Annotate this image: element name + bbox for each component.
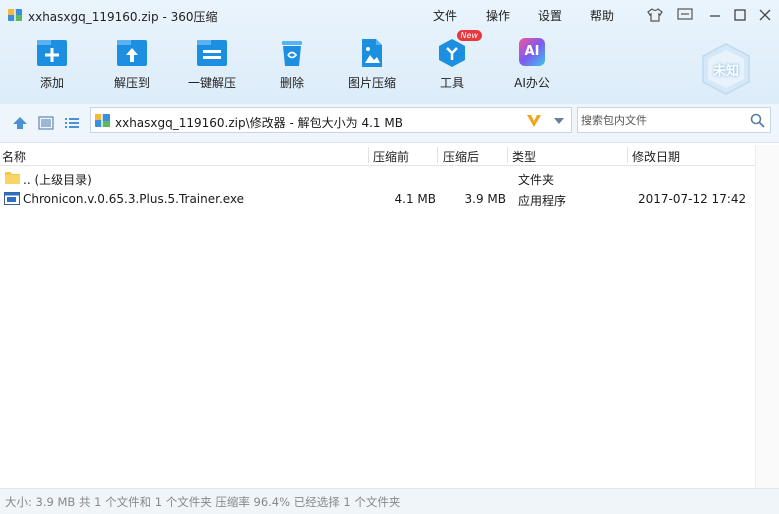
maximize-icon [734,9,746,21]
shirt-icon [647,8,663,22]
zip-archive-icon [95,114,110,127]
new-badge: New [456,30,482,41]
vertical-scrollbar[interactable] [755,145,779,488]
search-box [577,107,771,133]
file-type: 文件夹 [518,173,555,187]
message-icon [677,8,693,20]
toolbar-image-compress-label: 图片压缩 [347,76,396,90]
file-type: 应用程序 [518,194,567,208]
maximize-button[interactable] [731,6,749,24]
top-panel: xxhasxgq_119160.zip - 360压缩 文件 操作 设置 帮助 … [0,0,779,104]
app-logo-icon [8,9,22,21]
status-bar: 大小: 3.9 MB 共 1 个文件和 1 个文件夹 压缩率 96.4% 已经选… [0,488,779,514]
column-divider[interactable] [507,147,508,163]
toolbar-tools-button[interactable]: New 工具 [418,30,486,91]
exe-file-icon [4,192,20,205]
extract-to-icon [117,40,147,66]
check-v-icon[interactable] [526,113,542,128]
avatar-label: 未知 [712,64,739,79]
ai-office-icon: AI [516,38,548,68]
ai-icon-text: AI [524,44,540,59]
column-header-name[interactable]: 名称 [2,148,26,165]
menu-settings[interactable]: 设置 [538,7,562,24]
file-row-parent-directory[interactable]: .. (上级目录) 文件夹 [0,168,755,188]
column-header-compressed-before[interactable]: 压缩前 [373,148,409,165]
title-bar: xxhasxgq_119160.zip - 360压缩 文件 操作 设置 帮助 [0,0,779,30]
close-button[interactable] [756,6,774,24]
column-divider[interactable] [627,147,628,163]
search-input[interactable] [581,112,741,128]
toolbar-delete-label: 删除 [279,76,304,90]
thumbnail-view-icon[interactable] [38,116,54,130]
file-modified-date: 2017-07-12 17:42 [638,192,747,206]
column-header-type[interactable]: 类型 [512,148,536,165]
file-size-after: 3.9 MB [464,192,506,206]
toolbar-ai-office-button[interactable]: AI AI办公 [498,38,566,91]
file-size-before: 4.1 MB [394,192,436,206]
toolbar-one-click-extract-label: 一键解压 [187,76,236,90]
toolbar-extract-to-label: 解压到 [113,76,150,90]
file-list-header: 名称 压缩前 压缩后 类型 修改日期 [0,145,779,166]
toolbar-extract-to-button[interactable]: 解压到 [98,38,166,91]
list-view-icon[interactable] [64,116,80,130]
file-row-trainer-exe[interactable]: Chronicon.v.0.65.3.Plus.5.Trainer.exe 4.… [0,189,755,209]
file-name: .. (上级目录) [23,173,92,187]
unknown-avatar-button[interactable]: 未知 [699,42,753,96]
minimize-button[interactable] [706,6,724,24]
tools-icon [439,39,465,67]
close-icon [759,9,771,21]
minimize-icon [710,15,720,17]
column-header-compressed-after[interactable]: 压缩后 [443,148,479,165]
toolbar-add-button[interactable]: 添加 [18,38,86,91]
column-divider[interactable] [437,147,438,163]
column-divider[interactable] [368,147,369,163]
skin-button[interactable] [646,6,664,24]
toolbar-one-click-extract-button[interactable]: 一键解压 [178,38,246,91]
toolbar-image-compress-button[interactable]: 图片压缩 [338,38,406,91]
add-archive-icon [37,40,67,66]
delete-icon [282,41,302,66]
file-name: Chronicon.v.0.65.3.Plus.5.Trainer.exe [23,192,245,206]
toolbar-tools-label: 工具 [439,76,464,90]
toolbar-add-label: 添加 [39,76,64,90]
up-arrow-icon[interactable] [12,116,28,130]
chevron-down-icon[interactable] [553,117,565,125]
search-icon[interactable] [750,113,765,128]
toolbar-delete-button[interactable]: 删除 [258,38,326,91]
path-text: xxhasxgq_119160.zip\修改器 - 解包大小为 4.1 MB [115,116,403,130]
menu-file[interactable]: 文件 [433,7,457,24]
path-field[interactable]: xxhasxgq_119160.zip\修改器 - 解包大小为 4.1 MB [90,107,572,133]
status-text: 大小: 3.9 MB 共 1 个文件和 1 个文件夹 压缩率 96.4% 已经选… [5,495,401,509]
menu-operation[interactable]: 操作 [486,7,510,24]
column-header-modified[interactable]: 修改日期 [632,148,680,165]
menu-help[interactable]: 帮助 [590,7,614,24]
one-click-extract-icon [197,40,227,66]
toolbar-ai-office-label: AI办公 [514,76,550,90]
image-compress-icon [362,39,382,67]
window-title: xxhasxgq_119160.zip - 360压缩 [28,10,218,24]
feedback-button[interactable] [676,6,694,24]
folder-icon [5,172,20,184]
